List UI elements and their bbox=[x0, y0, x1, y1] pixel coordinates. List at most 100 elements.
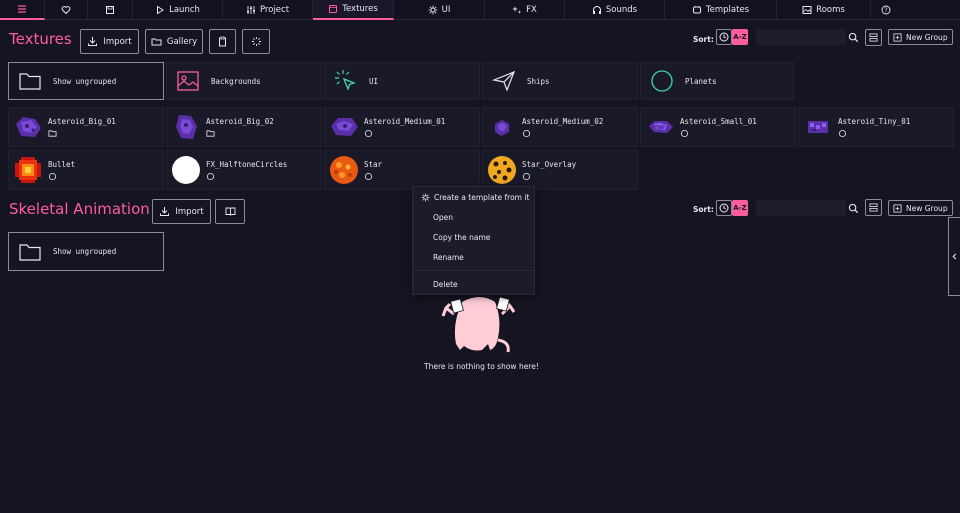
texture-thumbnail bbox=[172, 156, 200, 184]
circle-small-icon bbox=[522, 172, 531, 180]
texture-name: Asteroid_Tiny_01 bbox=[838, 116, 911, 126]
gallery-label: Gallery bbox=[166, 36, 198, 47]
texture-tile[interactable]: Asteroid_Big_01 bbox=[8, 107, 164, 147]
folder-small-icon bbox=[48, 129, 57, 137]
hamburger-icon bbox=[18, 5, 26, 13]
texture-tile[interactable]: Bullet bbox=[8, 150, 164, 190]
skeletal-docs-button[interactable] bbox=[215, 199, 245, 224]
textures-search-input[interactable] bbox=[756, 29, 846, 45]
texture-tile[interactable]: Asteroid_Tiny_01 bbox=[798, 107, 954, 147]
nav-launch[interactable]: Launch bbox=[133, 0, 223, 20]
folder-plus-icon bbox=[893, 32, 902, 42]
circle-icon bbox=[649, 68, 675, 94]
skeletal-search-button[interactable] bbox=[847, 202, 859, 214]
texture-thumbnail bbox=[330, 156, 358, 184]
folder-planets[interactable]: Planets bbox=[640, 62, 794, 100]
skeletal-sort-by-date-button[interactable] bbox=[716, 200, 732, 216]
texture-name: Asteroid_Medium_01 bbox=[364, 116, 446, 126]
gallery-button[interactable]: Gallery bbox=[145, 29, 203, 54]
nav-ui[interactable]: UI bbox=[394, 0, 485, 20]
textures-new-group-button[interactable]: New Group bbox=[888, 29, 953, 45]
texture-name: Asteroid_Medium_02 bbox=[522, 116, 604, 126]
circle-small-icon bbox=[364, 172, 373, 180]
send-icon bbox=[491, 68, 517, 94]
folder-label: Show ungrouped bbox=[53, 76, 117, 86]
texture-tile[interactable]: Star bbox=[324, 150, 480, 190]
search-icon bbox=[848, 32, 858, 42]
texture-thumbnail bbox=[495, 120, 509, 136]
textures-search-button[interactable] bbox=[847, 31, 859, 43]
circle-small-icon bbox=[48, 172, 57, 180]
texture-tile[interactable]: Asteroid_Small_01 bbox=[640, 107, 796, 147]
texture-thumbnail bbox=[176, 115, 197, 139]
nav-templates[interactable]: Templates bbox=[665, 0, 777, 20]
skeletal-sort-az-button[interactable]: A-Z bbox=[732, 200, 748, 216]
nav-favorites[interactable] bbox=[45, 0, 88, 20]
nav-help[interactable]: ? bbox=[871, 0, 901, 20]
layout-icon bbox=[869, 33, 878, 42]
folder-label: Backgrounds bbox=[211, 76, 261, 86]
folder-icon bbox=[151, 38, 162, 46]
nav-project[interactable]: Project bbox=[223, 0, 313, 20]
loading-button[interactable] bbox=[242, 29, 270, 54]
skeletal-new-group-button[interactable]: New Group bbox=[888, 200, 953, 216]
folder-show-ungrouped[interactable]: Show ungrouped bbox=[8, 62, 164, 100]
help-icon: ? bbox=[881, 5, 891, 15]
folder-label: Ships bbox=[527, 76, 550, 86]
folder-backgrounds[interactable]: Backgrounds bbox=[166, 62, 322, 100]
texture-tile[interactable]: Asteroid_Medium_01 bbox=[324, 107, 480, 147]
book-icon bbox=[225, 207, 235, 216]
sort-by-date-button[interactable] bbox=[716, 29, 732, 45]
textures-import-button[interactable]: Import bbox=[80, 29, 139, 54]
skeletal-sort-label: Sort: bbox=[693, 205, 714, 214]
paste-button[interactable] bbox=[209, 29, 236, 54]
texture-thumbnail bbox=[331, 118, 358, 136]
circle-small-icon bbox=[522, 129, 531, 137]
texture-tile[interactable]: Asteroid_Medium_02 bbox=[482, 107, 638, 147]
templates-icon bbox=[692, 6, 701, 14]
svg-text:?: ? bbox=[884, 7, 887, 14]
circle-small-icon bbox=[206, 172, 215, 180]
textures-layout-button[interactable] bbox=[865, 29, 882, 46]
nav-fx-label: FX bbox=[526, 5, 537, 15]
context-menu-open[interactable]: Open bbox=[413, 207, 534, 227]
texture-name: Asteroid_Small_01 bbox=[680, 116, 757, 126]
texture-tile[interactable]: Star_Overlay bbox=[482, 150, 638, 190]
skeletal-layout-button[interactable] bbox=[865, 199, 882, 216]
texture-name: FX_HalftoneCircles bbox=[206, 159, 288, 169]
sort-az-button[interactable]: A-Z bbox=[732, 29, 748, 45]
context-menu-copy-name[interactable]: Copy the name bbox=[413, 227, 534, 247]
context-menu: Create a template from it Open Copy the … bbox=[412, 186, 535, 295]
folder-plus-icon bbox=[893, 203, 902, 213]
texture-name: Asteroid_Big_02 bbox=[206, 116, 274, 126]
ui-icon bbox=[428, 5, 438, 15]
texture-tile[interactable]: Asteroid_Big_02 bbox=[166, 107, 322, 147]
gear-icon bbox=[421, 192, 430, 202]
texture-tile[interactable]: FX_HalftoneCircles bbox=[166, 150, 322, 190]
folder-ui[interactable]: UI bbox=[324, 62, 480, 100]
nav-save[interactable] bbox=[88, 0, 133, 20]
nav-textures[interactable]: Textures bbox=[313, 0, 394, 20]
nav-rooms[interactable]: Rooms bbox=[777, 0, 871, 20]
context-menu-rename[interactable]: Rename bbox=[413, 247, 534, 267]
texture-thumbnail bbox=[649, 121, 673, 133]
skeletal-import-button[interactable]: Import bbox=[152, 199, 211, 224]
folder-ships[interactable]: Ships bbox=[482, 62, 638, 100]
context-menu-delete[interactable]: Delete bbox=[413, 274, 534, 294]
nav-launch-label: Launch bbox=[169, 5, 200, 15]
folder-label: Show ungrouped bbox=[53, 247, 117, 256]
import-icon bbox=[160, 207, 170, 216]
skeletal-search-input[interactable] bbox=[756, 200, 846, 216]
circle-small-icon bbox=[838, 129, 847, 137]
image-icon bbox=[175, 68, 201, 94]
side-panel-toggle[interactable] bbox=[948, 217, 960, 296]
context-menu-create-template[interactable]: Create a template from it bbox=[413, 187, 534, 207]
folder-label: Planets bbox=[685, 76, 717, 86]
skeletal-folder-show-ungrouped[interactable]: Show ungrouped bbox=[8, 232, 164, 271]
menu-button[interactable] bbox=[0, 0, 45, 20]
layout-icon bbox=[869, 203, 878, 212]
textures-sort-label: Sort: bbox=[693, 35, 714, 44]
nav-sounds[interactable]: Sounds bbox=[565, 0, 665, 20]
nav-fx[interactable]: FX bbox=[485, 0, 565, 20]
texture-name: Bullet bbox=[48, 159, 76, 169]
